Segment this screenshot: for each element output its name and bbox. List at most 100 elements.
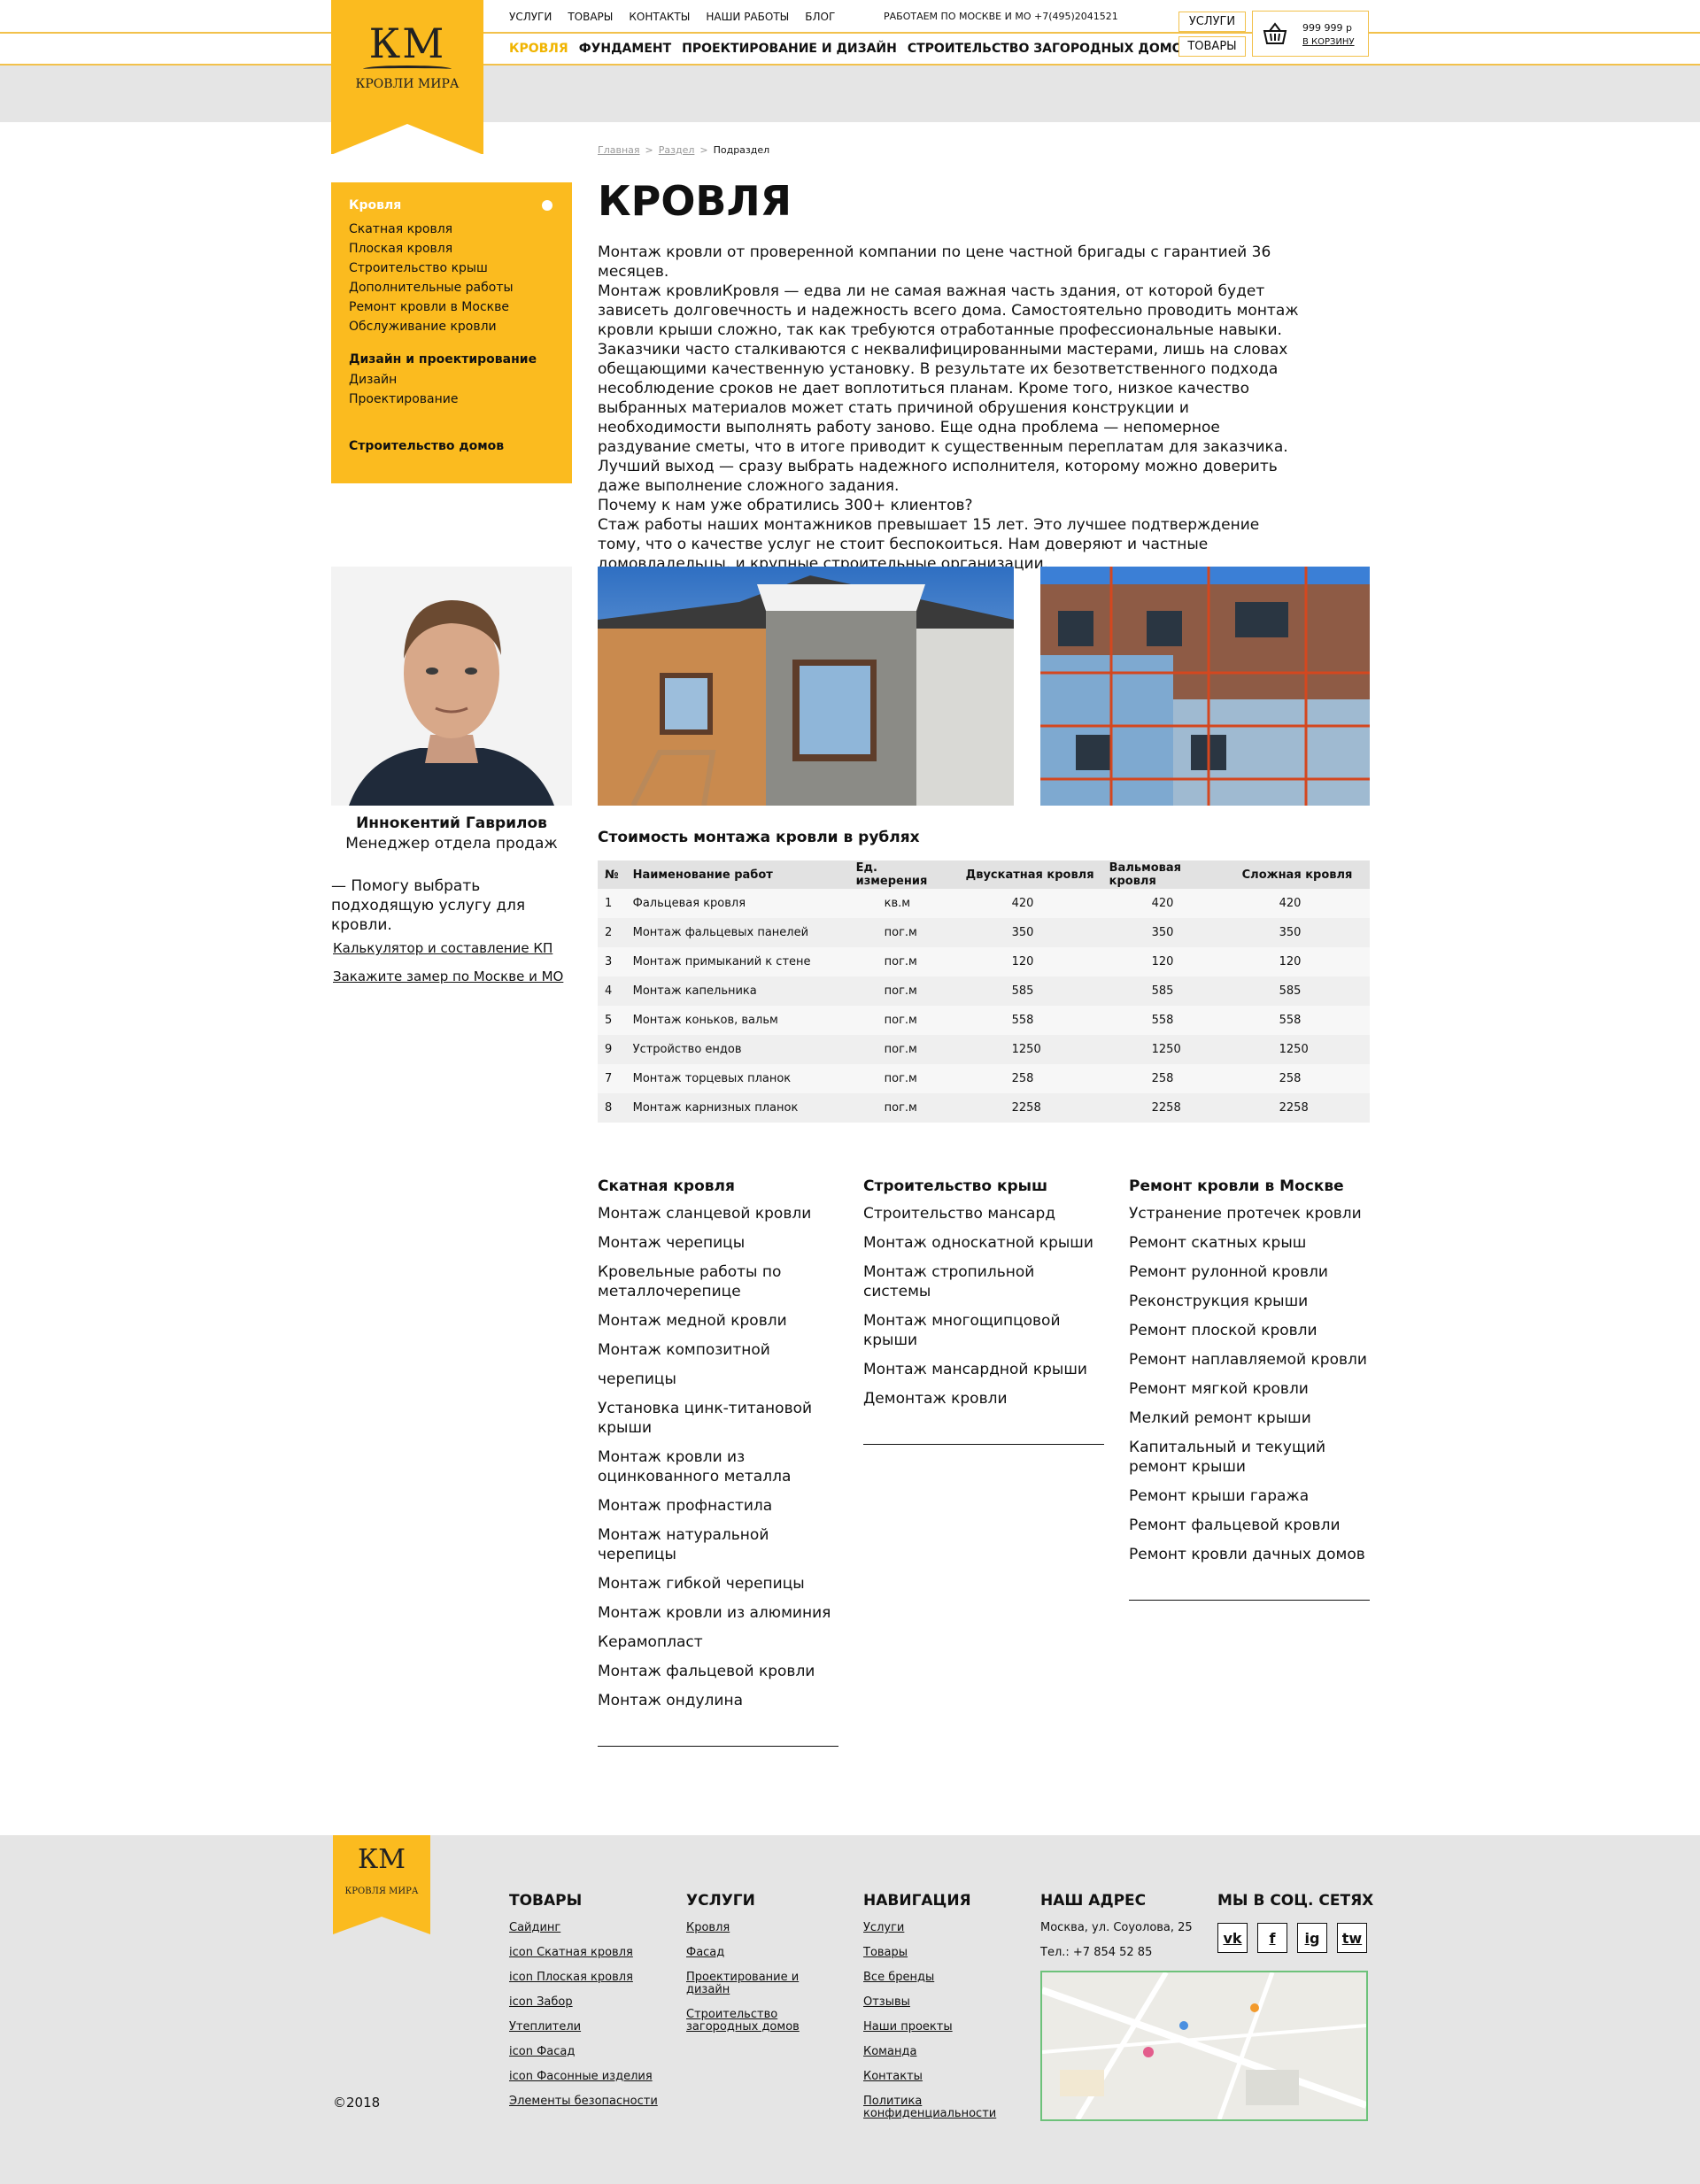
footer-logo[interactable]: КМ КРОВЛЯ МИРА	[333, 1835, 430, 1934]
main-nav-design[interactable]: ПРОЕКТИРОВАНИЕ И ДИЗАЙН	[682, 42, 897, 56]
link-item[interactable]: Монтаж гибкой черепицы	[598, 1574, 838, 1594]
footer-link[interactable]: icon Фасонные изделия	[509, 2071, 658, 2083]
link-item[interactable]: черепицы	[598, 1370, 838, 1389]
link-item[interactable]: Монтаж медной кровли	[598, 1311, 838, 1331]
calculator-link[interactable]: Калькулятор и составление КП	[333, 940, 552, 956]
instagram-icon[interactable]: ig	[1297, 1923, 1327, 1953]
sidebar-item-building[interactable]: Строительство крыш	[349, 259, 554, 278]
measure-link[interactable]: Закажите замер по Москве и МО	[333, 969, 563, 984]
link-item[interactable]: Ремонт мягкой кровли	[1129, 1379, 1370, 1399]
footer-link[interactable]: Товары	[863, 1947, 1005, 1959]
link-item[interactable]: Ремонт плоской кровли	[1129, 1321, 1370, 1340]
table-row: 1 Фальцевая кровля кв.м 420 420 420	[598, 889, 1370, 918]
sidebar-group-design[interactable]: Дизайн и проектирование	[349, 352, 554, 367]
footer-link[interactable]: Фасад	[686, 1947, 819, 1959]
link-item[interactable]: Монтаж натуральной черепицы	[598, 1525, 838, 1564]
sidebar-group-roof[interactable]: Кровля	[349, 198, 554, 212]
vk-icon[interactable]: vk	[1217, 1923, 1248, 1953]
goods-button[interactable]: ТОВАРЫ	[1178, 36, 1246, 57]
link-item[interactable]: Капитальный и текущий ремонт крыши	[1129, 1438, 1370, 1477]
footer-link[interactable]: icon Скатная кровля	[509, 1947, 658, 1959]
link-item[interactable]: Ремонт рулонной кровли	[1129, 1262, 1370, 1282]
footer-column-title: ТОВАРЫ	[509, 1892, 583, 1910]
main-nav-houses[interactable]: СТРОИТЕЛЬСТВО ЗАГОРОДНЫХ ДОМОВ	[908, 42, 1192, 56]
footer-link[interactable]: Политика конфиденциальности	[863, 2095, 1005, 2120]
sidebar-item-service[interactable]: Обслуживание кровли	[349, 317, 554, 336]
cart-link[interactable]: В КОРЗИНУ	[1302, 37, 1355, 47]
facade-image	[1040, 567, 1370, 806]
sidebar-item-design[interactable]: Дизайн	[349, 370, 554, 390]
footer-link[interactable]: Утеплители	[509, 2021, 658, 2034]
sidebar-item-extra[interactable]: Дополнительные работы	[349, 278, 554, 297]
link-item[interactable]: Монтаж односкатной крыши	[863, 1233, 1104, 1253]
link-item[interactable]: Установка цинк-титановой крыши	[598, 1399, 838, 1438]
footer-link[interactable]: Услуги	[863, 1922, 1005, 1934]
link-item[interactable]: Ремонт фальцевой кровли	[1129, 1516, 1370, 1535]
link-item[interactable]: Строительство мансард	[863, 1204, 1104, 1223]
footer-link[interactable]: Все бренды	[863, 1972, 1005, 1984]
footer-link[interactable]: icon Забор	[509, 1996, 658, 2009]
link-item[interactable]: Монтаж кровли из алюминия	[598, 1603, 838, 1623]
main-nav-roof[interactable]: КРОВЛЯ	[509, 42, 568, 56]
footer-link[interactable]: icon Фасад	[509, 2046, 658, 2058]
footer-link[interactable]: Кровля	[686, 1922, 819, 1934]
sidebar-item-repair[interactable]: Ремонт кровли в Москве	[349, 297, 554, 317]
link-item[interactable]: Монтаж сланцевой кровли	[598, 1204, 838, 1223]
link-item[interactable]: Реконструкция крыши	[1129, 1292, 1370, 1311]
top-nav-blog[interactable]: БЛОГ	[805, 11, 835, 23]
site-logo[interactable]: КМ КРОВЛИ МИРА	[331, 0, 483, 155]
cell-name: Монтаж примыканий к стене	[625, 947, 849, 976]
link-item[interactable]: Монтаж стропильной системы	[863, 1262, 1104, 1301]
top-nav-goods[interactable]: ТОВАРЫ	[568, 11, 613, 23]
link-item[interactable]: Монтаж фальцевой кровли	[598, 1662, 838, 1681]
link-item[interactable]: Ремонт скатных крыш	[1129, 1233, 1370, 1253]
link-item[interactable]: Ремонт крыши гаража	[1129, 1486, 1370, 1506]
facebook-icon[interactable]: f	[1257, 1923, 1287, 1953]
link-item[interactable]: Монтаж мансардной крыши	[863, 1360, 1104, 1379]
footer-link[interactable]: Проектирование и дизайн	[686, 1972, 819, 1996]
sidebar-group-houses[interactable]: Строительство домов	[349, 439, 554, 453]
link-item[interactable]: Монтаж композитной	[598, 1340, 838, 1360]
links-column-title: Скатная кровля	[598, 1177, 735, 1195]
cell-unit: пог.м	[848, 918, 959, 947]
sidebar-item-projecting[interactable]: Проектирование	[349, 390, 554, 409]
sidebar-item-pitched[interactable]: Скатная кровля	[349, 220, 554, 239]
address-phone[interactable]: Тел.: +7 854 52 85	[1040, 1946, 1152, 1959]
top-nav-services[interactable]: УСЛУГИ	[509, 11, 552, 23]
footer-logo-name: КРОВЛЯ МИРА	[344, 1887, 419, 1896]
breadcrumb-home[interactable]: Главная	[598, 144, 640, 156]
footer-link[interactable]: Элементы безопасности	[509, 2095, 658, 2108]
footer-link[interactable]: Сайдинг	[509, 1922, 658, 1934]
link-item[interactable]: Монтаж кровли из оцинкованного металла	[598, 1447, 838, 1486]
link-item[interactable]: Ремонт кровли дачных домов	[1129, 1545, 1370, 1564]
manager-help: — Помогу выбрать подходящую услугу для к…	[331, 877, 526, 934]
link-item[interactable]: Монтаж многощипцовой крыши	[863, 1311, 1104, 1350]
link-item[interactable]: Устранение протечек кровли	[1129, 1204, 1370, 1223]
footer-logo-mark: КМ	[358, 1844, 406, 1875]
link-item[interactable]: Керамопласт	[598, 1632, 838, 1652]
link-item[interactable]: Ремонт наплавляемой кровли	[1129, 1350, 1370, 1370]
top-nav-contacts[interactable]: КОНТАКТЫ	[629, 11, 690, 23]
link-item[interactable]: Монтаж профнастила	[598, 1496, 838, 1516]
footer-link[interactable]: Строительство загородных домов	[686, 2009, 819, 2034]
link-item[interactable]: Кровельные работы по металлочерепице	[598, 1262, 838, 1301]
footer-link[interactable]: Наши проекты	[863, 2021, 1005, 2034]
services-button[interactable]: УСЛУГИ	[1178, 12, 1246, 32]
main-nav-foundation[interactable]: ФУНДАМЕНТ	[579, 42, 671, 56]
address-map[interactable]	[1040, 1971, 1368, 2121]
footer-link[interactable]: Команда	[863, 2046, 1005, 2058]
breadcrumb-section[interactable]: Раздел	[659, 144, 695, 156]
footer-link[interactable]: Контакты	[863, 2071, 1005, 2083]
top-nav-works[interactable]: НАШИ РАБОТЫ	[706, 11, 789, 23]
cart-widget[interactable]: 999 999 р В КОРЗИНУ	[1252, 11, 1369, 57]
sidebar-item-flat[interactable]: Плоская кровля	[349, 239, 554, 259]
link-item[interactable]: Монтаж черепицы	[598, 1233, 838, 1253]
link-item[interactable]: Демонтаж кровли	[863, 1389, 1104, 1408]
link-item[interactable]: Монтаж ондулина	[598, 1691, 838, 1710]
intro-paragraph: Монтаж кровли от проверенной компании по…	[598, 243, 1271, 281]
link-item[interactable]: Мелкий ремонт крыши	[1129, 1408, 1370, 1428]
footer-link[interactable]: Отзывы	[863, 1996, 1005, 2009]
twitter-icon[interactable]: tw	[1337, 1923, 1367, 1953]
footer-link[interactable]: icon Плоская кровля	[509, 1972, 658, 1984]
header-phone[interactable]: РАБОТАЕМ ПО МОСКВЕ И МО +7(495)2041521	[884, 11, 1118, 22]
